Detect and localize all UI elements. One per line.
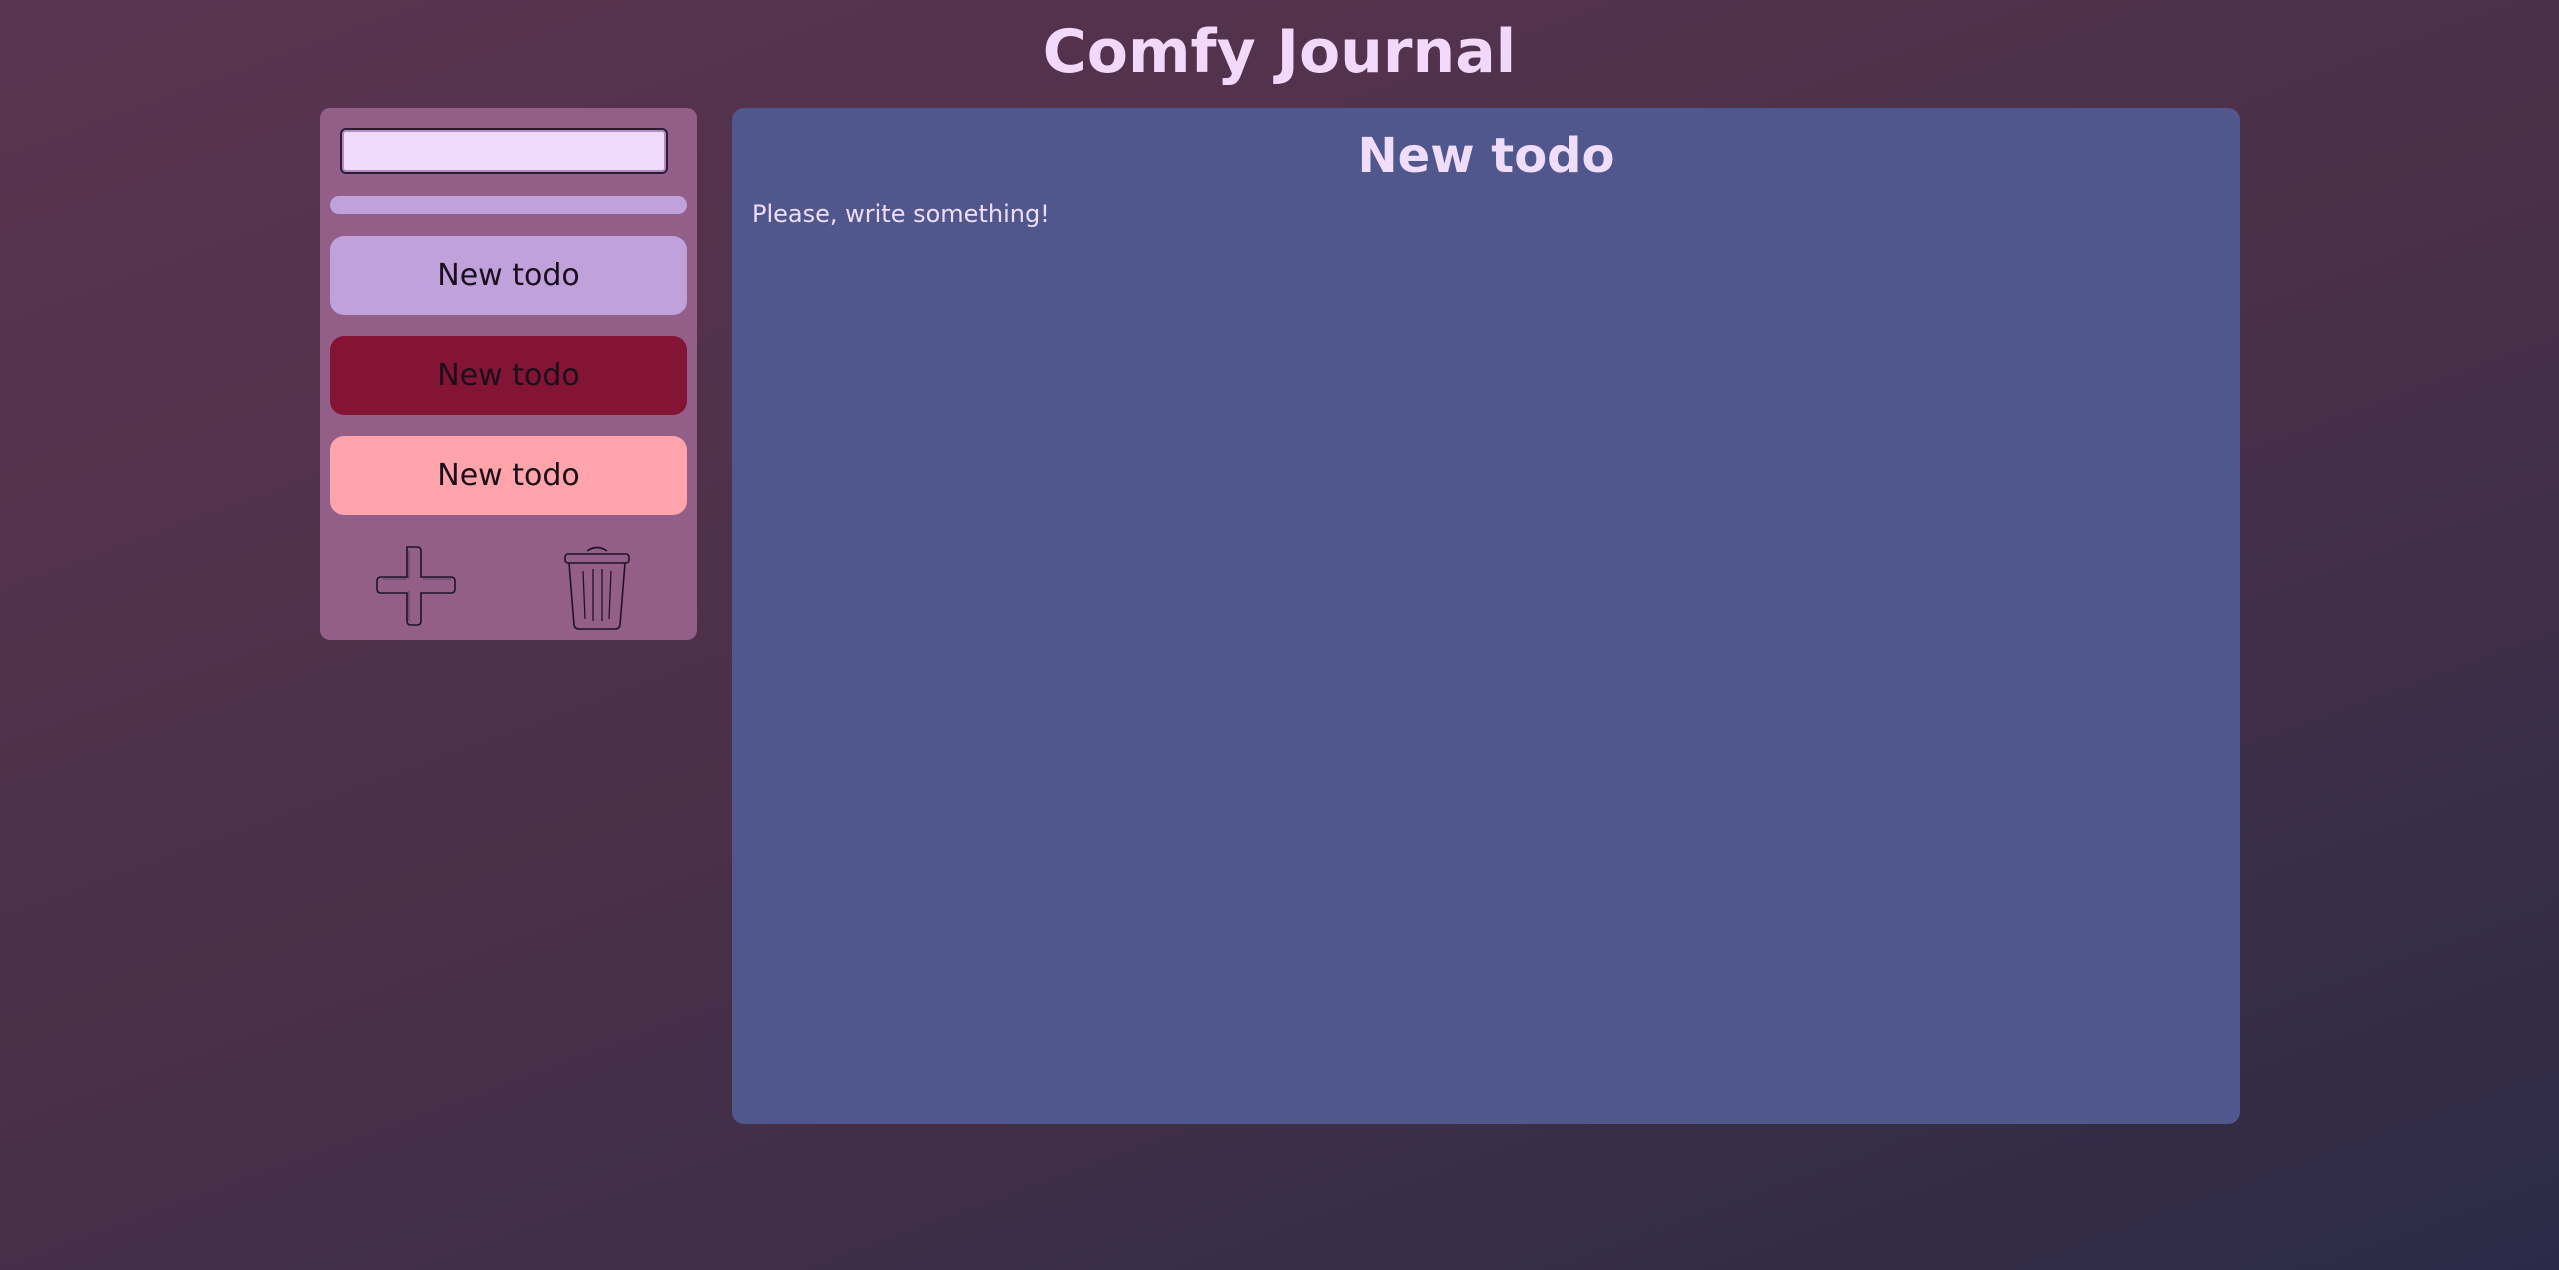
todo-editor: New todo Please, write something! [732, 108, 2240, 1124]
trash-icon [564, 546, 630, 630]
todo-item[interactable]: New todo [330, 236, 687, 315]
todo-sidebar: New todo New todo New todo [320, 108, 697, 640]
todo-item[interactable]: New todo [330, 336, 687, 415]
delete-todo-button[interactable] [562, 545, 632, 631]
editor-title[interactable]: New todo [732, 118, 2240, 194]
plus-icon [376, 546, 456, 626]
add-todo-button[interactable] [375, 545, 457, 627]
app-title: Comfy Journal [1042, 17, 1517, 87]
editor-body[interactable]: Please, write something! [752, 196, 2212, 1096]
todo-title-input[interactable] [340, 128, 668, 174]
color-picker-bar[interactable] [330, 196, 687, 214]
todo-item[interactable]: New todo [330, 436, 687, 515]
